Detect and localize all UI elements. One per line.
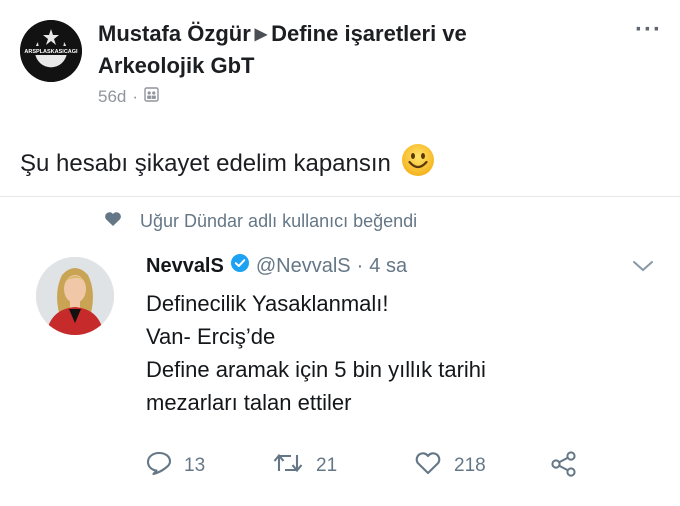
retweet-count: 21 <box>316 455 338 476</box>
tweet-header: NevvalS @NevvalS · 4 sa <box>146 253 407 279</box>
page-logo: ARSPLASKASICAGI <box>20 20 82 82</box>
tweet-separator: · <box>356 254 364 277</box>
post-header: Mustafa Özgür ▶ Define işaretleri ve Arkeo… <box>98 18 598 107</box>
arrow-right-icon: ▶ <box>254 26 268 43</box>
like-button[interactable]: 218 <box>414 451 486 481</box>
tweet-line: Definecilik Yasaklanmalı! <box>146 291 389 316</box>
tweet-line: mezarları talan ettiler <box>146 390 352 415</box>
like-icon <box>414 451 442 481</box>
heart-icon <box>104 211 122 232</box>
retweet-button[interactable]: 21 <box>272 451 337 481</box>
more-options-button[interactable]: ··· <box>635 16 662 44</box>
tweet-time[interactable]: 4 sa <box>369 255 407 278</box>
share-icon <box>550 451 578 483</box>
liked-by-row: Uğur Dündar adlı kullanıcı beğendi <box>104 211 417 232</box>
group-privacy-icon <box>144 87 159 107</box>
smiley-emoji-icon <box>401 143 435 184</box>
chevron-down-icon[interactable] <box>632 259 654 278</box>
tweet-text: Definecilik Yasaklanmalı! Van- Erciş’de … <box>146 287 486 419</box>
reply-count: 13 <box>184 455 206 476</box>
like-count: 218 <box>454 455 486 476</box>
author-name[interactable]: Mustafa Özgür <box>98 21 251 46</box>
liked-by-text: Uğur Dündar adlı kullanıcı beğendi <box>140 211 418 231</box>
share-button[interactable] <box>550 451 578 483</box>
meta-separator: · <box>132 87 139 106</box>
tweet-line: Define aramak için 5 bin yıllık tarihi <box>146 357 486 382</box>
verified-icon <box>230 253 250 279</box>
logo-text: ARSPLASKASICAGI <box>24 49 78 55</box>
retweet-icon <box>272 451 304 481</box>
post-title: Mustafa Özgür ▶ Define işaretleri ve <box>98 18 598 50</box>
tweet-actions: 13 21 218 <box>146 451 586 485</box>
group-name-line1[interactable]: Define işaretleri ve <box>271 21 467 46</box>
group-name-line2[interactable]: Arkeolojik GbT <box>98 50 598 81</box>
author-avatar[interactable]: ARSPLASKASICAGI <box>20 20 82 82</box>
embedded-tweet[interactable]: Uğur Dündar adlı kullanıcı beğendi Nevva… <box>0 196 680 506</box>
tweet-author-avatar[interactable] <box>36 257 114 335</box>
post-text: Şu hesabı şikayet edelim kapansın <box>20 149 391 177</box>
reply-icon <box>146 451 172 481</box>
tweet-author-handle[interactable]: @NevvalS <box>256 255 351 278</box>
post-time[interactable]: 56d <box>98 87 126 107</box>
tweet-author-name[interactable]: NevvalS <box>146 255 224 278</box>
reply-button[interactable]: 13 <box>146 451 205 481</box>
tweet-line: Van- Erciş’de <box>146 324 276 349</box>
post-body: Şu hesabı şikayet edelim kapansın <box>20 143 435 184</box>
facebook-post: ARSPLASKASICAGI Mustafa Özgür ▶ Define işa… <box>0 0 680 505</box>
post-meta: 56d · <box>98 87 598 107</box>
